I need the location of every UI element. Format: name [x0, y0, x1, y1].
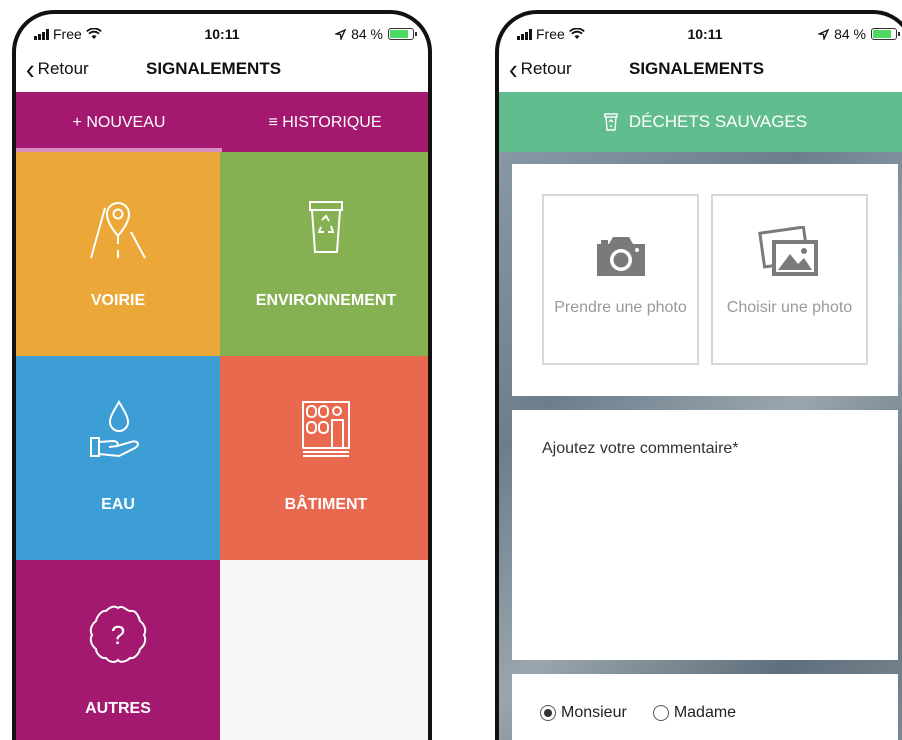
choose-photo-label: Choisir une photo [726, 299, 853, 316]
road-pin-icon [16, 192, 220, 262]
back-label: Retour [37, 59, 89, 78]
back-button[interactable]: ‹ Retour [26, 52, 89, 86]
category-tile-environnement[interactable]: ENVIRONNEMENT [220, 152, 428, 356]
battery-percent: 84 % [834, 26, 866, 42]
radio-madame[interactable]: Madame [652, 704, 737, 722]
location-icon [818, 28, 830, 40]
camera-icon [544, 196, 697, 286]
radio-monsieur[interactable]: Monsieur [540, 704, 627, 722]
category-tile-autres[interactable]: ? AUTRES [16, 560, 220, 740]
category-banner: DÉCHETS SAUVAGES [499, 92, 902, 152]
phone-screen-report-form: Free 10:11 84 % ‹ Retour SIGNALEMENTS DÉ… [495, 10, 902, 740]
navigation-bar: ‹ Retour SIGNALEMENTS [499, 50, 902, 90]
phone-screen-categories: Free 10:11 84 % ‹ Retour SIGNALEMENTS + … [12, 10, 432, 740]
page-title: SIGNALEMENTS [629, 59, 765, 78]
choose-photo-button[interactable]: Choisir une photo [711, 194, 868, 365]
status-right: 84 % [335, 26, 417, 42]
navigation-bar: ‹ Retour SIGNALEMENTS [16, 50, 428, 90]
recycle-bin-icon [220, 192, 428, 262]
question-icon: ? [16, 600, 220, 670]
tab-new[interactable]: + NOUVEAU [16, 92, 222, 152]
photo-card: Prendre une photo Choisir une photo [512, 164, 898, 396]
category-grid: VOIRIE ENVIRONNEMENT EAU BÂTIMENT ? AUTR… [16, 152, 428, 740]
chevron-left-icon: ‹ [26, 52, 35, 86]
category-label: BÂTIMENT [284, 496, 368, 513]
radio-unchecked-icon [652, 705, 669, 721]
back-label: Retour [520, 59, 572, 78]
back-button[interactable]: ‹ Retour [509, 52, 572, 86]
comment-field[interactable]: Ajoutez votre commentaire* [512, 410, 898, 660]
category-title: DÉCHETS SAUVAGES [628, 112, 808, 131]
category-label: VOIRIE [90, 292, 146, 309]
tab-bar: + NOUVEAU ≡ HISTORIQUE [16, 92, 428, 152]
page-title: SIGNALEMENTS [146, 59, 282, 78]
radio-label: Madame [673, 704, 737, 721]
category-label: EAU [101, 496, 135, 513]
comment-placeholder: Ajoutez votre commentaire* [542, 440, 739, 457]
building-icon [220, 396, 428, 466]
radio-label: Monsieur [561, 704, 627, 721]
category-label: AUTRES [85, 700, 151, 717]
chevron-left-icon: ‹ [509, 52, 518, 86]
svg-text:?: ? [111, 620, 125, 650]
take-photo-label: Prendre une photo [554, 299, 687, 316]
battery-icon [388, 28, 417, 40]
battery-icon [871, 28, 900, 40]
gallery-icon [713, 196, 866, 286]
radio-checked-icon [540, 705, 556, 721]
category-tile-voirie[interactable]: VOIRIE [16, 152, 220, 356]
gender-radio-group: Monsieur Madame [540, 704, 762, 722]
category-label: ENVIRONNEMENT [255, 292, 397, 309]
status-right: 84 % [818, 26, 900, 42]
gender-card: Monsieur Madame [512, 674, 898, 740]
category-tile-eau[interactable]: EAU [16, 356, 220, 560]
status-bar: Free 10:11 84 % [499, 14, 902, 50]
battery-percent: 84 % [351, 26, 383, 42]
tab-history[interactable]: ≡ HISTORIQUE [222, 92, 428, 152]
category-tile-batiment[interactable]: BÂTIMENT [220, 356, 428, 560]
location-icon [335, 28, 347, 40]
status-bar: Free 10:11 84 % [16, 14, 428, 50]
take-photo-button[interactable]: Prendre une photo [542, 194, 699, 365]
recycle-bin-icon [604, 113, 618, 131]
water-hand-icon [16, 396, 220, 466]
